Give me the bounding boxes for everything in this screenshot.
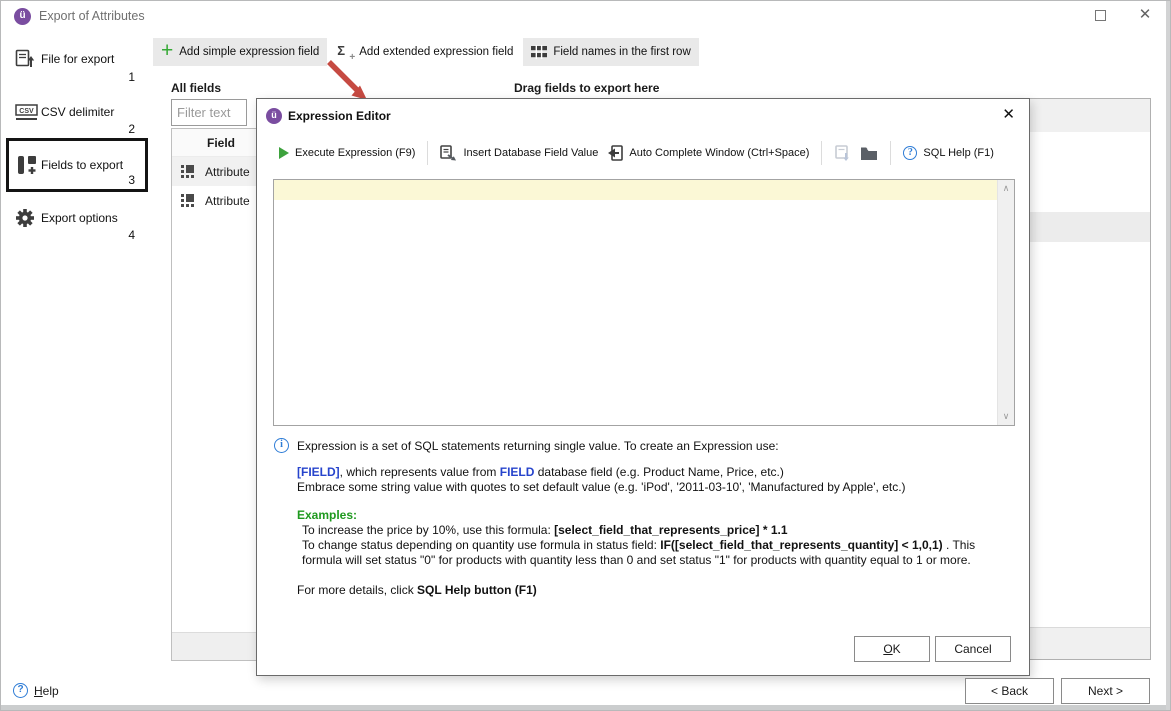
help-link[interactable]: Help — [34, 684, 59, 698]
field-names-first-row-label: Field names in the first row — [553, 46, 690, 58]
filter-text-input[interactable] — [171, 99, 247, 126]
window-bottom-edge — [1, 705, 1170, 711]
toolbar-separator — [890, 141, 891, 165]
insert-field-icon — [440, 145, 457, 161]
sidebar-item-label: File for export — [41, 52, 114, 66]
sidebar-item-label: Export options — [41, 211, 118, 225]
attribute-icon — [181, 193, 196, 208]
info-field-usage: [FIELD], which represents value from FIE… — [297, 465, 1011, 480]
play-icon — [279, 147, 289, 159]
info-icon: i — [274, 438, 289, 453]
expression-editor-input[interactable]: ∧ ∨ — [273, 179, 1015, 426]
open-folder-button[interactable] — [860, 146, 878, 161]
dialog-logo-icon: ü — [266, 108, 282, 124]
step-number: 1 — [119, 70, 135, 84]
attribute-icon — [181, 164, 196, 179]
add-extended-expression-label: Add extended expression field — [359, 46, 513, 58]
more-details-line: For more details, click SQL Help button … — [297, 583, 1011, 598]
auto-complete-icon — [607, 145, 623, 161]
field-names-first-row-button[interactable]: Field names in the first row — [523, 38, 698, 66]
back-button[interactable]: < Back — [965, 678, 1054, 704]
table-header-row-icon — [531, 45, 547, 59]
svg-text:CSV: CSV — [19, 108, 34, 115]
csv-icon: CSV — [15, 104, 37, 126]
plus-icon: + — [161, 41, 173, 61]
add-simple-expression-button[interactable]: + Add simple expression field — [153, 38, 327, 66]
window-close-button[interactable]: ✕ — [1131, 4, 1159, 26]
export-of-attributes-window: ü Export of Attributes ✕ File for export… — [0, 0, 1171, 711]
ok-button[interactable]: OK — [854, 636, 930, 662]
step-number: 4 — [119, 228, 135, 242]
maximize-button[interactable] — [1087, 6, 1113, 26]
fields-to-export-icon — [17, 155, 39, 177]
field-name: Attribute — [205, 165, 250, 179]
app-logo-icon: ü — [14, 8, 31, 25]
current-line-highlight — [274, 180, 997, 200]
next-button[interactable]: Next > — [1061, 678, 1150, 704]
expression-editor-dialog: ü Expression Editor ✕ Execute Expression… — [256, 98, 1030, 676]
drag-fields-hint: Drag fields to export here — [514, 81, 659, 95]
field-name: Attribute — [205, 194, 250, 208]
sql-help-label: SQL Help (F1) — [923, 147, 994, 159]
cancel-button[interactable]: Cancel — [935, 636, 1011, 662]
file-export-icon — [15, 49, 37, 71]
help-icon: ? — [13, 683, 28, 698]
scroll-down-icon[interactable]: ∨ — [998, 411, 1014, 422]
gear-icon — [15, 208, 37, 230]
title-bar: ü Export of Attributes ✕ — [1, 1, 1170, 31]
auto-complete-label: Auto Complete Window (Ctrl+Space) — [629, 147, 809, 159]
example-2: To change status depending on quantity u… — [297, 538, 1011, 568]
dialog-close-button[interactable]: ✕ — [1002, 106, 1015, 124]
expression-help-text: Expression is a set of SQL statements re… — [297, 439, 1011, 598]
execute-expression-button[interactable]: Execute Expression (F9) — [279, 147, 415, 159]
editor-scrollbar[interactable]: ∧ ∨ — [997, 180, 1014, 425]
all-fields-label: All fields — [171, 81, 221, 95]
sidebar-item-label: Fields to export — [41, 158, 123, 172]
execute-expression-label: Execute Expression (F9) — [295, 147, 415, 159]
examples-heading: Examples: — [297, 508, 1011, 523]
scroll-up-icon[interactable]: ∧ — [998, 183, 1014, 194]
expression-editor-toolbar: Execute Expression (F9) Insert Database … — [257, 135, 1029, 171]
toolbar-separator — [821, 141, 822, 165]
window-title: Export of Attributes — [39, 9, 145, 23]
save-expression-button-disabled — [834, 145, 851, 161]
info-quotes-usage: Embrace some string value with quotes to… — [297, 480, 1011, 495]
auto-complete-button[interactable]: Auto Complete Window (Ctrl+Space) — [607, 145, 809, 161]
step-number: 2 — [119, 122, 135, 136]
question-icon: ? — [903, 146, 917, 160]
maximize-icon — [1095, 10, 1106, 21]
insert-database-field-label: Insert Database Field Value — [463, 147, 598, 159]
insert-database-field-button[interactable]: Insert Database Field Value — [440, 145, 598, 161]
window-right-edge — [1166, 1, 1171, 711]
toolbar-separator — [427, 141, 428, 165]
add-simple-expression-label: Add simple expression field — [179, 46, 319, 58]
sidebar-item-label: CSV delimiter — [41, 105, 114, 119]
dialog-title: Expression Editor — [288, 109, 391, 123]
fields-toolbar: + Add simple expression field Σ+ Add ext… — [153, 38, 699, 66]
example-1: To increase the price by 10%, use this f… — [297, 523, 1011, 538]
info-intro: Expression is a set of SQL statements re… — [297, 439, 1011, 454]
sql-help-button[interactable]: ? SQL Help (F1) — [903, 146, 994, 160]
step-number: 3 — [119, 173, 135, 187]
